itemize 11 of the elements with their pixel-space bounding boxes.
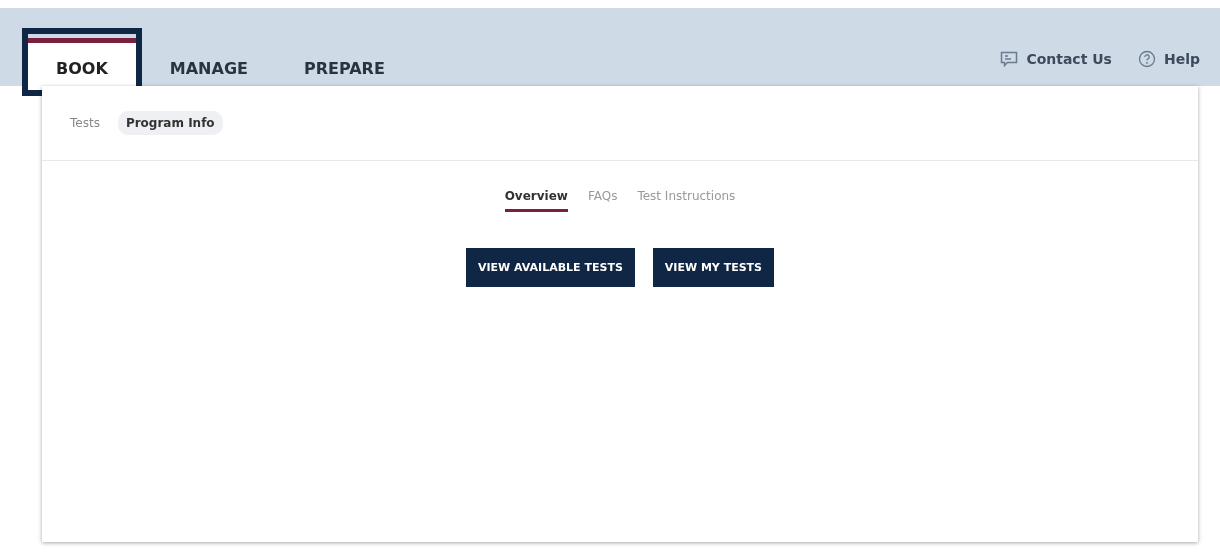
action-button[interactable]: VIEW AVAILABLE TESTS bbox=[465, 248, 635, 287]
help-icon bbox=[1137, 50, 1156, 68]
chat-icon bbox=[1000, 51, 1019, 67]
action-button[interactable]: VIEW MY TESTS bbox=[652, 248, 775, 287]
sub-tab[interactable]: Program Info bbox=[117, 111, 223, 135]
nav-tab[interactable]: PREPARE bbox=[281, 38, 407, 90]
sub-tab[interactable]: Tests bbox=[62, 111, 108, 135]
section-tab[interactable]: Overview bbox=[504, 187, 568, 212]
nav-tab[interactable]: MANAGE bbox=[147, 38, 270, 90]
help-link[interactable]: Help bbox=[1137, 50, 1200, 68]
contact-link[interactable]: Contact Us bbox=[1000, 50, 1112, 68]
